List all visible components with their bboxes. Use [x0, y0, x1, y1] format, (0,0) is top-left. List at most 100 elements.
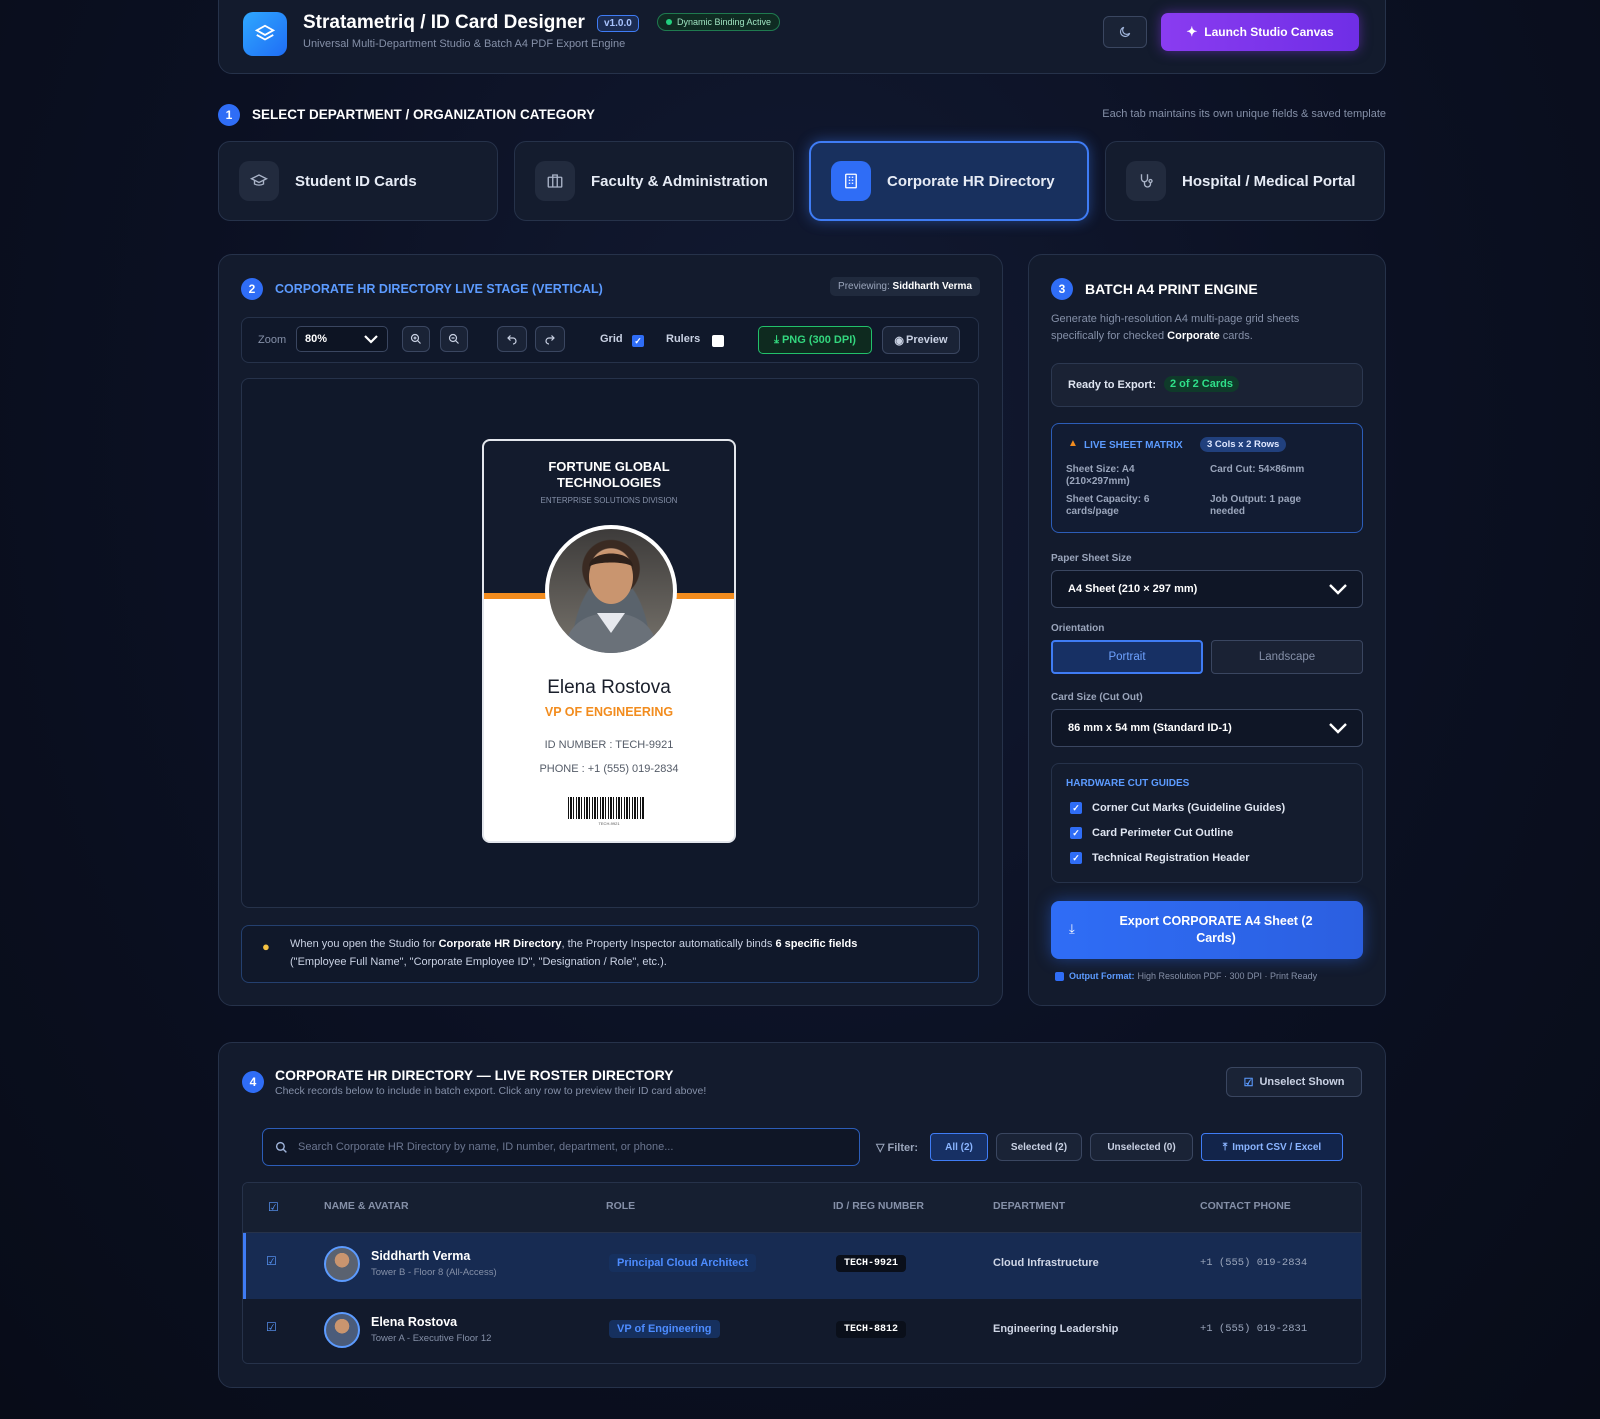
redo-button[interactable] [535, 326, 565, 352]
undo-button[interactable] [497, 326, 527, 352]
status-badge-label: Dynamic Binding Active [677, 17, 772, 27]
filter-selected[interactable]: Selected (2) [996, 1133, 1082, 1161]
filter-all[interactable]: All (2) [930, 1133, 988, 1161]
table-row[interactable] [243, 1233, 1361, 1299]
col-department-header: DEPARTMENT [993, 1200, 1066, 1212]
tip-line1: When you open the Studio for Corporate H… [290, 938, 857, 950]
batch-print-panel: 3 BATCH A4 PRINT ENGINE Generate high-re… [1028, 254, 1386, 1006]
redo-icon [545, 335, 555, 345]
portrait-toggle[interactable]: Portrait [1051, 640, 1203, 674]
filter-label-text: Filter: [887, 1142, 919, 1154]
zoom-out-icon [448, 333, 459, 344]
matrix-badge: 3 Cols x 2 Rows [1200, 437, 1287, 452]
theme-toggle-button[interactable] [1103, 16, 1147, 48]
guide-corner-label: Corner Cut Marks (Guideline Guides) [1092, 802, 1286, 814]
briefcase-icon [535, 161, 575, 201]
zoom-label: Zoom [258, 334, 287, 346]
previewing-label: Previewing: [838, 281, 890, 292]
tip-line2: ("Employee Full Name", "Corporate Employ… [290, 956, 667, 968]
sparkle-icon: ✦ [1186, 24, 1198, 39]
col-phone-header: CONTACT PHONE [1200, 1200, 1291, 1212]
card-org-line2: TECHNOLOGIES [556, 475, 661, 490]
cut-guides-box: HARDWARE CUT GUIDES ✓ Corner Cut Marks (… [1051, 763, 1363, 883]
landscape-toggle[interactable]: Landscape [1211, 640, 1363, 674]
launch-studio-label: Launch Studio Canvas [1204, 25, 1334, 39]
card-cut-label: Card Cut: [1210, 464, 1256, 475]
eye-icon: ◉ [894, 334, 904, 347]
tab-faculty[interactable]: Faculty & Administration [514, 141, 794, 221]
batch-desc-bold: Corporate [1167, 330, 1220, 342]
live-stage-panel: 2 CORPORATE HR DIRECTORY LIVE STAGE (VER… [218, 254, 1003, 1006]
guide-registration[interactable]: ✓ Technical Registration Header [1070, 852, 1250, 864]
filter-unselected[interactable]: Unselected (0) [1090, 1133, 1193, 1161]
card-canvas: FORTUNE GLOBAL TECHNOLOGIES ENTERPRISE S… [241, 378, 979, 908]
zoom-out-button[interactable] [440, 326, 468, 352]
tab-faculty-label: Faculty & Administration [591, 172, 768, 190]
card-size-label: Card Size (Cut Out) [1051, 692, 1143, 703]
col-role-header: ROLE [606, 1200, 636, 1212]
png-export-button[interactable]: ⤓ PNG (300 DPI) [758, 326, 872, 354]
roster-subtitle: Check records below to include in batch … [275, 1085, 707, 1097]
preview-label: Preview [906, 334, 948, 346]
avatar [324, 1246, 360, 1282]
app-subtitle: Universal Multi-Department Studio & Batc… [303, 38, 626, 50]
search-input[interactable]: Search Corporate HR Directory by name, I… [262, 1128, 860, 1166]
row-name: Siddharth Verma [371, 1249, 471, 1263]
preview-button[interactable]: ◉ Preview [882, 326, 960, 354]
guide-perimeter-checkbox[interactable]: ✓ [1070, 827, 1082, 839]
launch-studio-button[interactable]: ✦ Launch Studio Canvas [1161, 13, 1359, 51]
id-card[interactable]: FORTUNE GLOBAL TECHNOLOGIES ENTERPRISE S… [482, 439, 736, 843]
row-checkbox[interactable]: ☑ [266, 1320, 277, 1334]
stethoscope-icon [1126, 161, 1166, 201]
square-check-icon: ☑ [1243, 1076, 1254, 1089]
card-barcode-caption: TECH-9921 [598, 821, 620, 826]
row-phone: +1 (555) 019-2834 [1200, 1257, 1308, 1269]
ready-box: Ready to Export: 2 of 2 Cards [1051, 363, 1363, 407]
step1-number: 1 [218, 104, 240, 126]
grid-checkbox[interactable]: ✓ [632, 335, 644, 347]
tab-corporate-hr[interactable]: Corporate HR Directory [809, 141, 1089, 221]
role-badge: Principal Cloud Architect [609, 1254, 757, 1272]
card-size-select[interactable]: 86 mm x 54 mm (Standard ID-1) [1051, 709, 1363, 747]
zoom-in-button[interactable] [402, 326, 430, 352]
output-format-note: Output Format: High Resolution PDF · 300… [1055, 971, 1317, 981]
building-icon [831, 161, 871, 201]
unselect-shown-button[interactable]: ☑ Unselect Shown [1226, 1067, 1362, 1097]
square-check-icon [1055, 971, 1064, 981]
tip-box: ● When you open the Studio for Corporate… [241, 925, 979, 983]
moon-icon [1120, 26, 1131, 37]
tab-student-id-label: Student ID Cards [295, 172, 417, 190]
header-bar: Stratametriq / ID Card Designer v1.0.0 D… [218, 0, 1386, 74]
id-badge: TECH-8812 [836, 1321, 907, 1338]
guide-corner-marks[interactable]: ✓ Corner Cut Marks (Guideline Guides) [1070, 802, 1285, 814]
zoom-value: 80% [305, 333, 328, 345]
row-checkbox[interactable]: ☑ [266, 1254, 277, 1268]
export-label-line1: Export CORPORATE A4 Sheet (2 [1119, 914, 1313, 928]
paper-size-select[interactable]: A4 Sheet (210 × 297 mm) [1051, 570, 1363, 608]
app-title: Stratametriq / ID Card Designer [303, 12, 585, 33]
step1-title: SELECT DEPARTMENT / ORGANIZATION CATEGOR… [252, 107, 595, 122]
card-barcode [568, 797, 644, 819]
card-cut-stat: Card Cut: 54×86mm [1210, 464, 1350, 476]
tab-student-id[interactable]: Student ID Cards [218, 141, 498, 221]
zoom-in-icon [410, 333, 421, 344]
download-icon: ⤓ [1069, 921, 1075, 936]
flame-icon: ▲ [1068, 438, 1078, 449]
rulers-checkbox[interactable] [712, 335, 724, 347]
export-sheet-button[interactable]: ⤓ Export CORPORATE A4 Sheet (2 Cards) [1051, 901, 1363, 959]
tip-bold2: 6 specific fields [775, 938, 858, 950]
guide-corner-checkbox[interactable]: ✓ [1070, 802, 1082, 814]
export-label-line2: Cards) [1196, 931, 1236, 945]
select-all-checkbox[interactable]: ☑ [268, 1200, 279, 1214]
tab-hospital[interactable]: Hospital / Medical Portal [1105, 141, 1385, 221]
guide-perimeter[interactable]: ✓ Card Perimeter Cut Outline [1070, 827, 1233, 839]
sheet-matrix-box: ▲ LIVE SHEET MATRIX 3 Cols x 2 Rows Shee… [1051, 423, 1363, 533]
zoom-select[interactable]: 80% [296, 326, 388, 352]
table-row[interactable] [243, 1299, 1361, 1363]
row-location: Tower A - Executive Floor 12 [371, 1333, 492, 1344]
avatar [324, 1312, 360, 1348]
capacity-stat: Sheet Capacity: 6 cards/page [1066, 494, 1176, 518]
guide-registration-checkbox[interactable]: ✓ [1070, 852, 1082, 864]
import-csv-button[interactable]: ⤒ Import CSV / Excel [1201, 1133, 1343, 1161]
version-badge: v1.0.0 [597, 15, 639, 32]
